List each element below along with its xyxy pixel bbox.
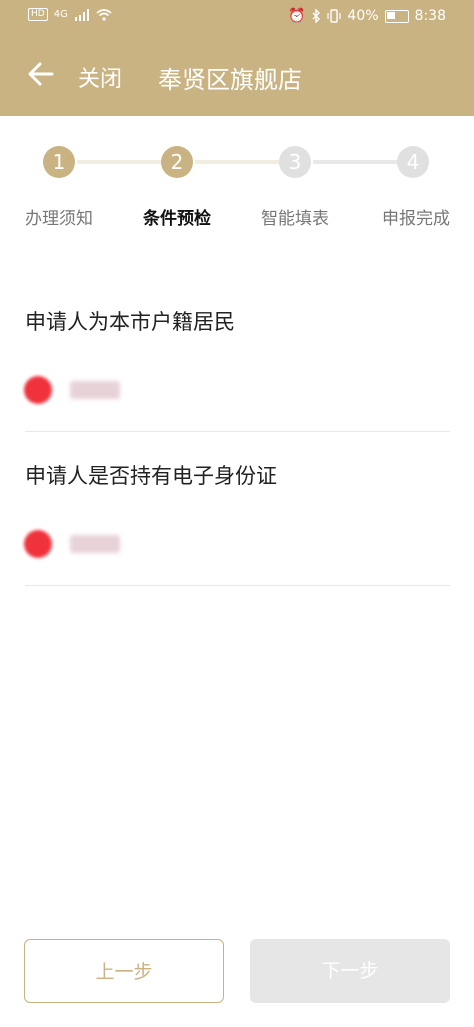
- next-step-button[interactable]: 下一步: [250, 939, 450, 1003]
- step-4-indicator: 4: [397, 146, 429, 178]
- status-bar: HD 4G ⏰ 40% 8:38: [0, 0, 474, 34]
- battery-percent: 40%: [347, 8, 379, 24]
- redacted-radio-icon: [24, 530, 52, 558]
- network-indicator: 4G: [53, 9, 68, 20]
- question-2-answer[interactable]: [18, 524, 158, 564]
- battery-icon: [384, 9, 409, 23]
- alarm-icon: ⏰: [287, 8, 306, 24]
- step-2-label: 条件预检: [143, 209, 211, 229]
- step-3-label: 智能填表: [261, 209, 329, 229]
- divider: [25, 431, 450, 432]
- close-button[interactable]: 关闭: [78, 61, 122, 93]
- hd-indicator: HD: [28, 8, 48, 21]
- question-1-label: 申请人为本市户籍居民: [25, 310, 235, 334]
- clock: 8:38: [414, 8, 446, 24]
- step-1-label: 办理须知: [25, 209, 93, 229]
- page-title: 奉贤区旗舰店: [158, 66, 302, 94]
- question-2-label: 申请人是否持有电子身份证: [25, 464, 277, 488]
- step-3-indicator: 3: [279, 146, 311, 178]
- divider: [25, 585, 450, 586]
- step-connector: [195, 160, 279, 164]
- progress-stepper: 1 2 3 4 办理须知 条件预检 智能填表 申报完成: [0, 116, 474, 229]
- question-1-answer[interactable]: [18, 370, 158, 410]
- step-connector: [77, 160, 161, 164]
- app-header: 关闭 奉贤区旗舰店: [0, 34, 474, 116]
- previous-step-button[interactable]: 上一步: [24, 939, 224, 1003]
- signal-icon: [74, 8, 89, 21]
- step-connector: [313, 160, 397, 164]
- step-1-indicator: 1: [43, 146, 75, 178]
- redacted-radio-icon: [24, 376, 52, 404]
- redacted-option-text: [70, 381, 120, 399]
- back-arrow-icon[interactable]: [26, 59, 56, 89]
- step-4-label: 申报完成: [382, 209, 450, 229]
- wifi-icon: [96, 8, 112, 21]
- bluetooth-icon: [312, 9, 321, 23]
- vibrate-icon: [327, 9, 342, 23]
- step-2-indicator: 2: [161, 146, 193, 178]
- redacted-option-text: [70, 535, 120, 553]
- status-left: HD 4G: [28, 8, 112, 21]
- status-right: ⏰ 40% 8:38: [288, 8, 446, 24]
